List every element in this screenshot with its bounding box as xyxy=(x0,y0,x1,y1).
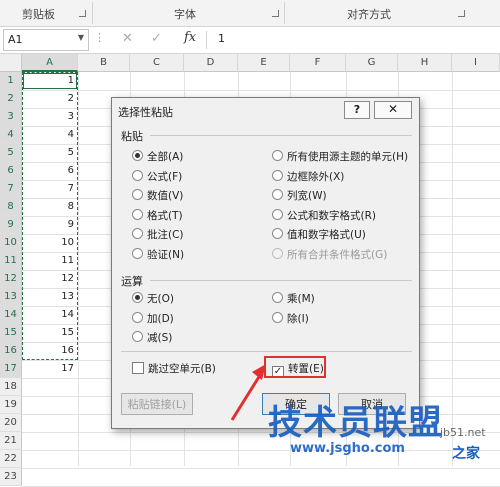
watermark-logo: 技术员联盟 xyxy=(268,403,443,443)
gridline xyxy=(22,468,500,469)
watermark-tail: 之家 xyxy=(452,446,480,462)
row-header-23[interactable]: 23 xyxy=(0,468,22,486)
watermark-side: jb51.net xyxy=(440,426,486,439)
watermark-url: www.jsgho.com xyxy=(290,441,405,456)
